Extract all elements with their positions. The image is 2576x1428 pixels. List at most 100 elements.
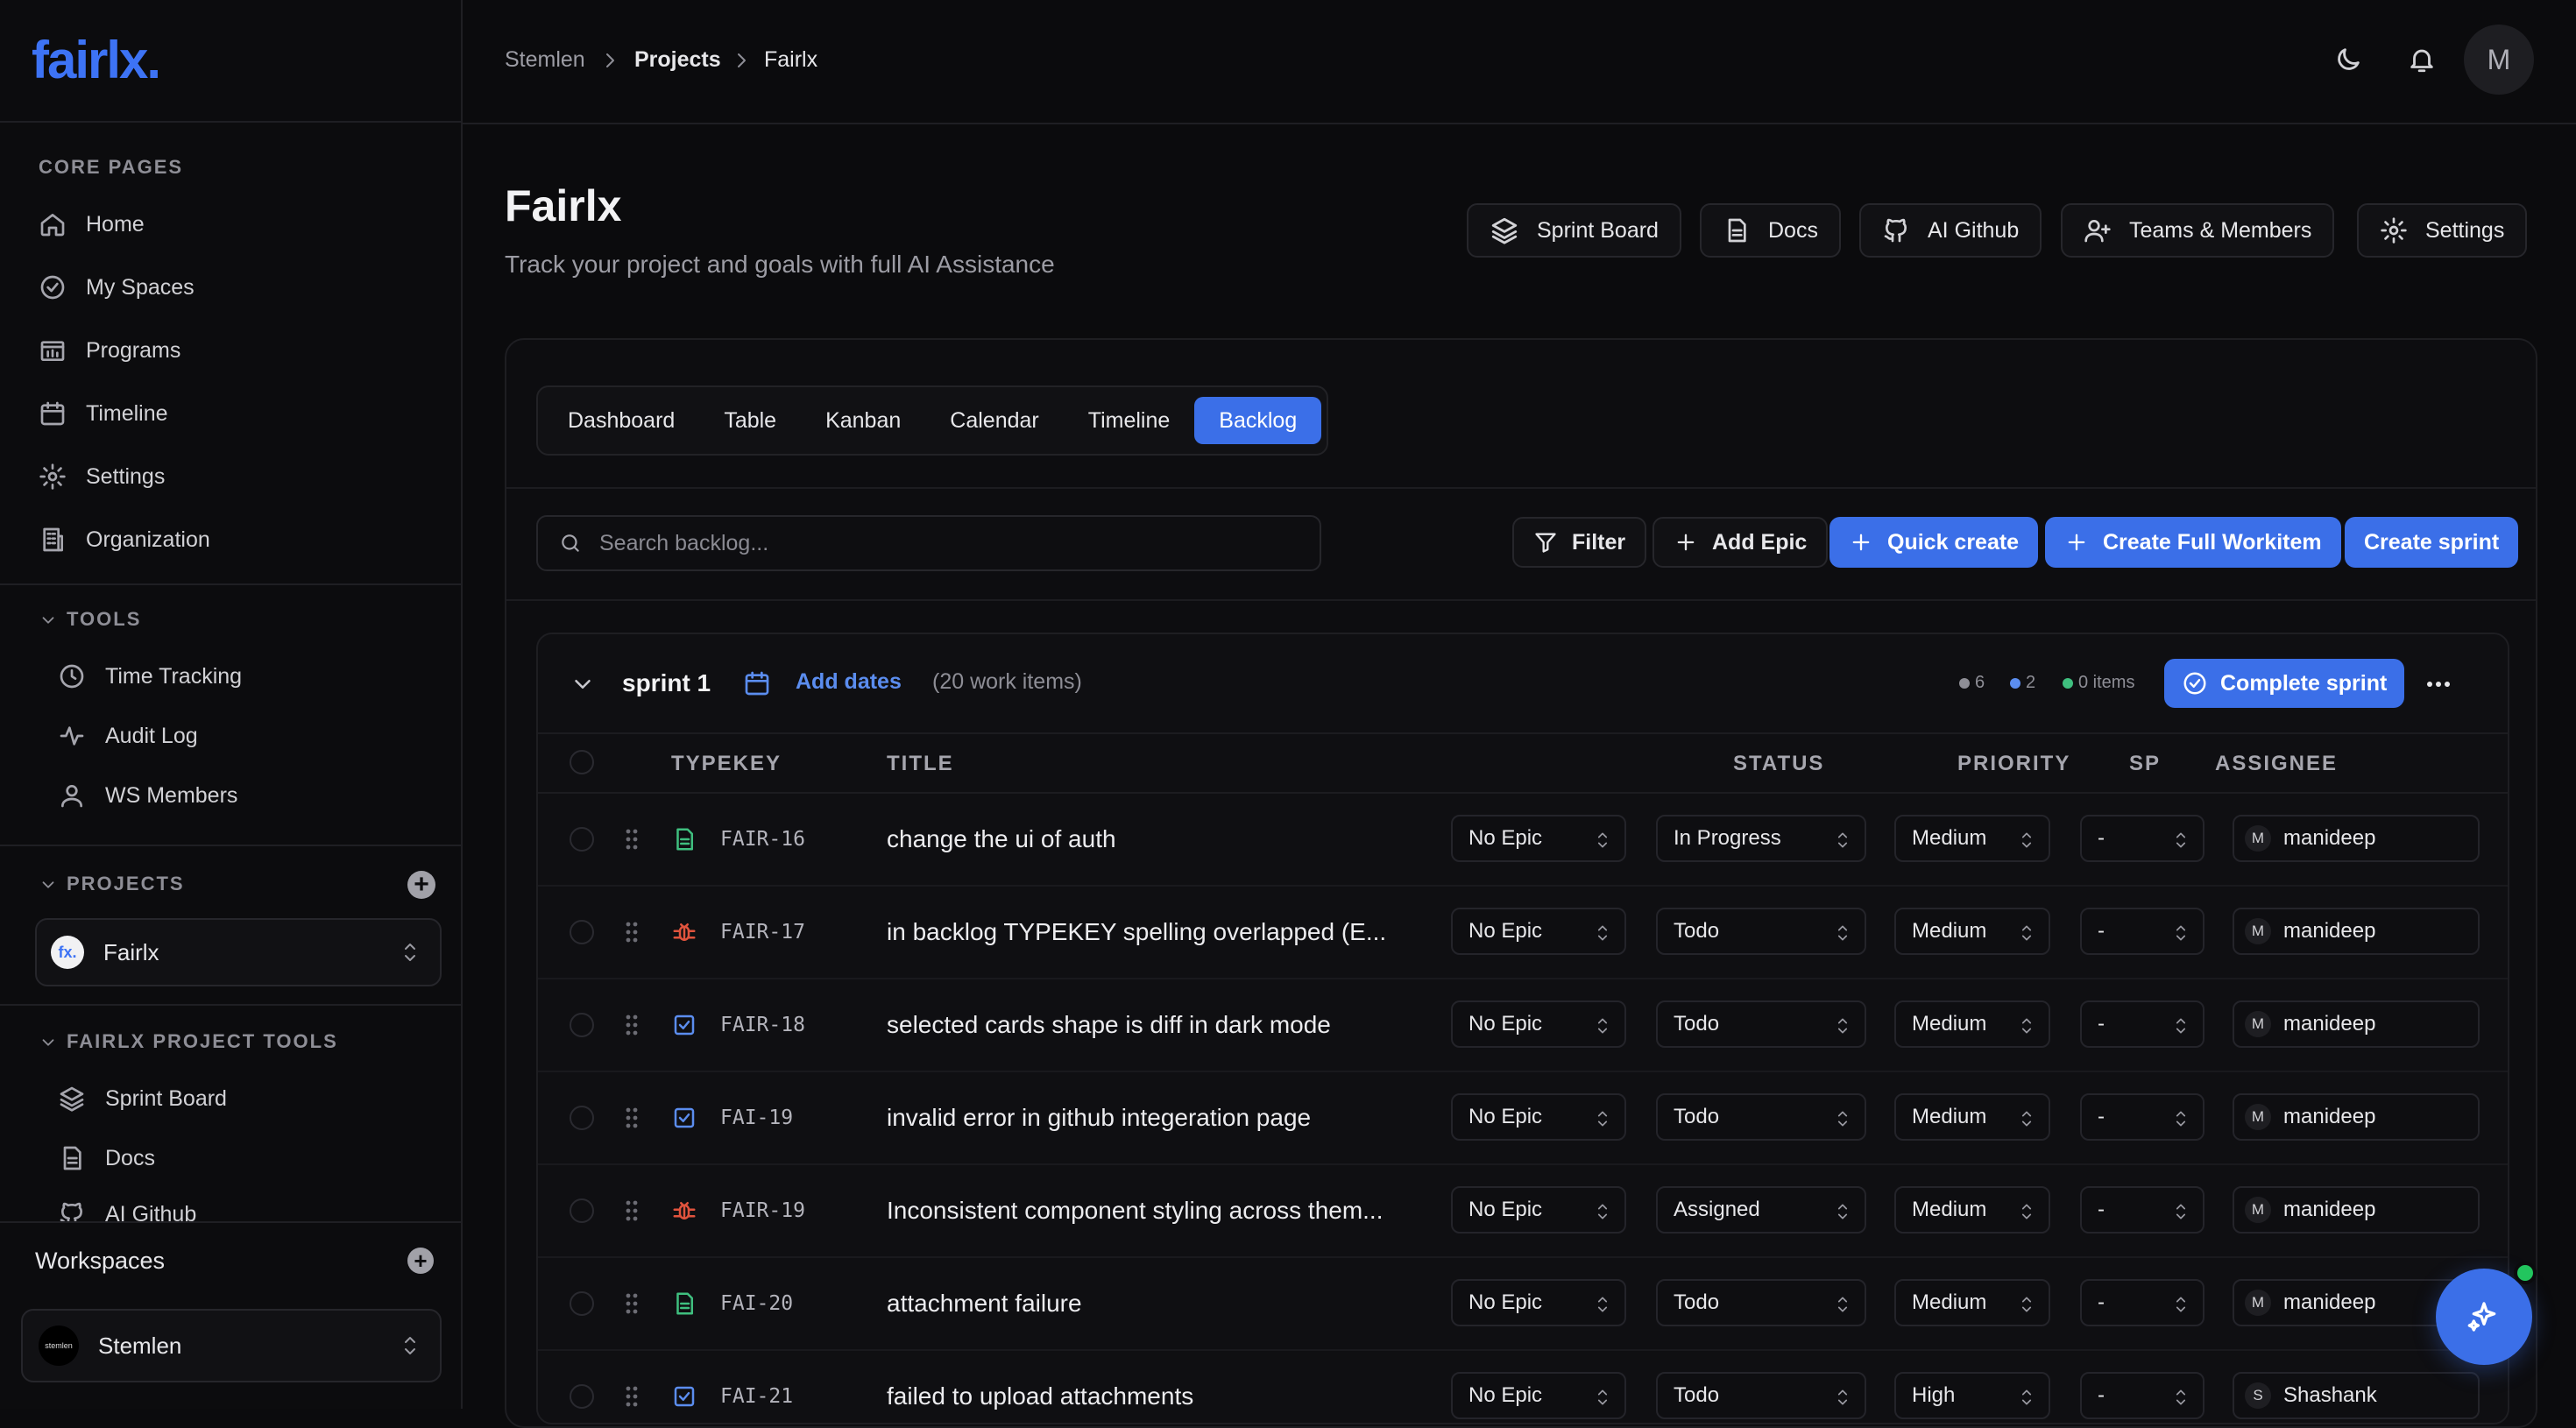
filter-button[interactable]: Filter xyxy=(1512,517,1647,568)
epic-select[interactable]: No Epic xyxy=(1451,1000,1626,1048)
sidebar-item-time-tracking[interactable]: Time Tracking xyxy=(58,659,242,694)
status-select[interactable]: Todo xyxy=(1656,1279,1866,1326)
epic-select[interactable]: No Epic xyxy=(1451,1186,1626,1234)
priority-select[interactable]: Medium xyxy=(1894,815,2050,862)
assignee-select[interactable]: S Shashank xyxy=(2233,1372,2480,1419)
drag-handle-icon[interactable] xyxy=(624,794,640,885)
select-all-checkbox[interactable] xyxy=(570,750,594,774)
complete-sprint-button[interactable]: Complete sprint xyxy=(2164,659,2405,708)
priority-select[interactable]: Medium xyxy=(1894,1000,2050,1048)
table-row[interactable]: FAI-21 failed to upload attachments No Epi… xyxy=(538,1351,2508,1423)
row-checkbox[interactable] xyxy=(570,827,594,852)
epic-select[interactable]: No Epic xyxy=(1451,1093,1626,1141)
tab-kanban[interactable]: Kanban xyxy=(801,397,925,444)
status-select[interactable]: In Progress xyxy=(1656,815,1866,862)
tab-timeline[interactable]: Timeline xyxy=(1064,397,1195,444)
item-title[interactable]: in backlog TYPEKEY spelling overlapped (… xyxy=(887,887,1386,978)
story-points-select[interactable]: - xyxy=(2080,1372,2204,1419)
row-checkbox[interactable] xyxy=(570,1013,594,1037)
breadcrumb-projects[interactable]: Projects xyxy=(634,47,721,73)
row-checkbox[interactable] xyxy=(570,1198,594,1223)
settings-button[interactable]: Settings xyxy=(2357,203,2528,258)
assignee-select[interactable]: Mmanideep xyxy=(2233,1000,2480,1048)
status-select[interactable]: Assigned xyxy=(1656,1186,1866,1234)
add-epic-button[interactable]: Add Epic xyxy=(1652,517,1829,568)
sidebar-item-programs[interactable]: Programs xyxy=(39,333,180,368)
table-row[interactable]: FAI-20 attachment failure No Epic Todo Mediu… xyxy=(538,1258,2508,1351)
tab-table[interactable]: Table xyxy=(699,397,801,444)
priority-select[interactable]: Medium xyxy=(1894,1186,2050,1234)
assignee-select[interactable]: Mmanideep xyxy=(2233,1186,2480,1234)
sidebar-item-ws-members[interactable]: WS Members xyxy=(58,778,237,813)
priority-select[interactable]: Medium xyxy=(1894,1093,2050,1141)
epic-select[interactable]: No Epic xyxy=(1451,815,1626,862)
table-row[interactable]: FAIR-18 selected cards shape is diff in d… xyxy=(538,979,2508,1072)
drag-handle-icon[interactable] xyxy=(624,1165,640,1256)
item-title[interactable]: Inconsistent component styling across th… xyxy=(887,1165,1384,1256)
table-row[interactable]: FAIR-19 Inconsistent component styling ac… xyxy=(538,1165,2508,1258)
calendar-icon[interactable] xyxy=(743,669,771,697)
item-key[interactable]: FAI-19 xyxy=(720,1072,793,1163)
epic-select[interactable]: No Epic xyxy=(1451,1279,1626,1326)
theme-toggle-button[interactable] xyxy=(2320,32,2376,88)
projects-header[interactable]: PROJECTS xyxy=(39,873,185,895)
sprint-board-button[interactable]: Sprint Board xyxy=(1467,203,1681,258)
add-project-icon[interactable]: + xyxy=(407,871,435,899)
status-select[interactable]: Todo xyxy=(1656,908,1866,955)
quick-create-button[interactable]: Quick create xyxy=(1829,517,2039,568)
status-select[interactable]: Todo xyxy=(1656,1372,1866,1419)
add-workspace-icon[interactable]: + xyxy=(407,1248,434,1274)
item-key[interactable]: FAIR-16 xyxy=(720,794,805,885)
item-title[interactable]: change the ui of auth xyxy=(887,794,1116,885)
drag-handle-icon[interactable] xyxy=(624,887,640,978)
priority-select[interactable]: High xyxy=(1894,1372,2050,1419)
story-points-select[interactable]: - xyxy=(2080,1093,2204,1141)
assignee-select[interactable]: Mmanideep xyxy=(2233,815,2480,862)
chevron-down-icon[interactable] xyxy=(570,671,596,697)
tools-header[interactable]: TOOLS xyxy=(39,608,141,631)
table-row[interactable]: FAIR-17 in backlog TYPEKEY spelling overl… xyxy=(538,887,2508,979)
more-options-icon[interactable] xyxy=(2424,671,2453,697)
item-key[interactable]: FAIR-17 xyxy=(720,887,805,978)
teams-members-button[interactable]: Teams & Members xyxy=(2061,203,2335,258)
tab-calendar[interactable]: Calendar xyxy=(925,397,1063,444)
story-points-select[interactable]: - xyxy=(2080,815,2204,862)
assignee-select[interactable]: Mmanideep xyxy=(2233,1093,2480,1141)
drag-handle-icon[interactable] xyxy=(624,1351,640,1423)
add-dates-link[interactable]: Add dates xyxy=(796,669,902,695)
sidebar-item-audit-log[interactable]: Audit Log xyxy=(58,718,198,753)
breadcrumb-workspace[interactable]: Stemlen xyxy=(505,47,585,73)
item-key[interactable]: FAI-20 xyxy=(720,1258,793,1349)
user-avatar[interactable]: M xyxy=(2464,25,2534,95)
table-row[interactable]: FAIR-16 change the ui of auth No Epic In Pr… xyxy=(538,794,2508,887)
item-key[interactable]: FAIR-19 xyxy=(720,1165,805,1256)
status-select[interactable]: Todo xyxy=(1656,1093,1866,1141)
item-title[interactable]: failed to upload attachments xyxy=(887,1351,1193,1423)
sidebar-item-my-spaces[interactable]: My Spaces xyxy=(39,270,195,305)
create-full-workitem-button[interactable]: Create Full Workitem xyxy=(2045,517,2341,568)
project-selector[interactable]: fx. Fairlx xyxy=(35,918,442,986)
status-select[interactable]: Todo xyxy=(1656,1000,1866,1048)
item-key[interactable]: FAI-21 xyxy=(720,1351,793,1423)
tab-dashboard[interactable]: Dashboard xyxy=(543,397,699,444)
search-input[interactable]: Search backlog... xyxy=(536,515,1321,571)
table-row[interactable]: FAI-19 invalid error in github integerati… xyxy=(538,1072,2508,1165)
epic-select[interactable]: No Epic xyxy=(1451,908,1626,955)
item-title[interactable]: attachment failure xyxy=(887,1258,1082,1349)
story-points-select[interactable]: - xyxy=(2080,1000,2204,1048)
sidebar-item-timeline[interactable]: Timeline xyxy=(39,396,168,431)
item-key[interactable]: FAIR-18 xyxy=(720,979,805,1071)
drag-handle-icon[interactable] xyxy=(624,1258,640,1349)
priority-select[interactable]: Medium xyxy=(1894,1279,2050,1326)
sidebar-item-sprint-board[interactable]: Sprint Board xyxy=(58,1081,227,1116)
assignee-select[interactable]: Mmanideep xyxy=(2233,908,2480,955)
story-points-select[interactable]: - xyxy=(2080,1186,2204,1234)
row-checkbox[interactable] xyxy=(570,920,594,944)
workspace-selector[interactable]: stemlen Stemlen xyxy=(21,1309,442,1382)
story-points-select[interactable]: - xyxy=(2080,908,2204,955)
priority-select[interactable]: Medium xyxy=(1894,908,2050,955)
app-logo[interactable]: fairlx. xyxy=(32,30,161,90)
docs-button[interactable]: Docs xyxy=(1700,203,1841,258)
create-sprint-button[interactable]: Create sprint xyxy=(2345,517,2519,568)
item-title[interactable]: selected cards shape is diff in dark mod… xyxy=(887,979,1331,1071)
